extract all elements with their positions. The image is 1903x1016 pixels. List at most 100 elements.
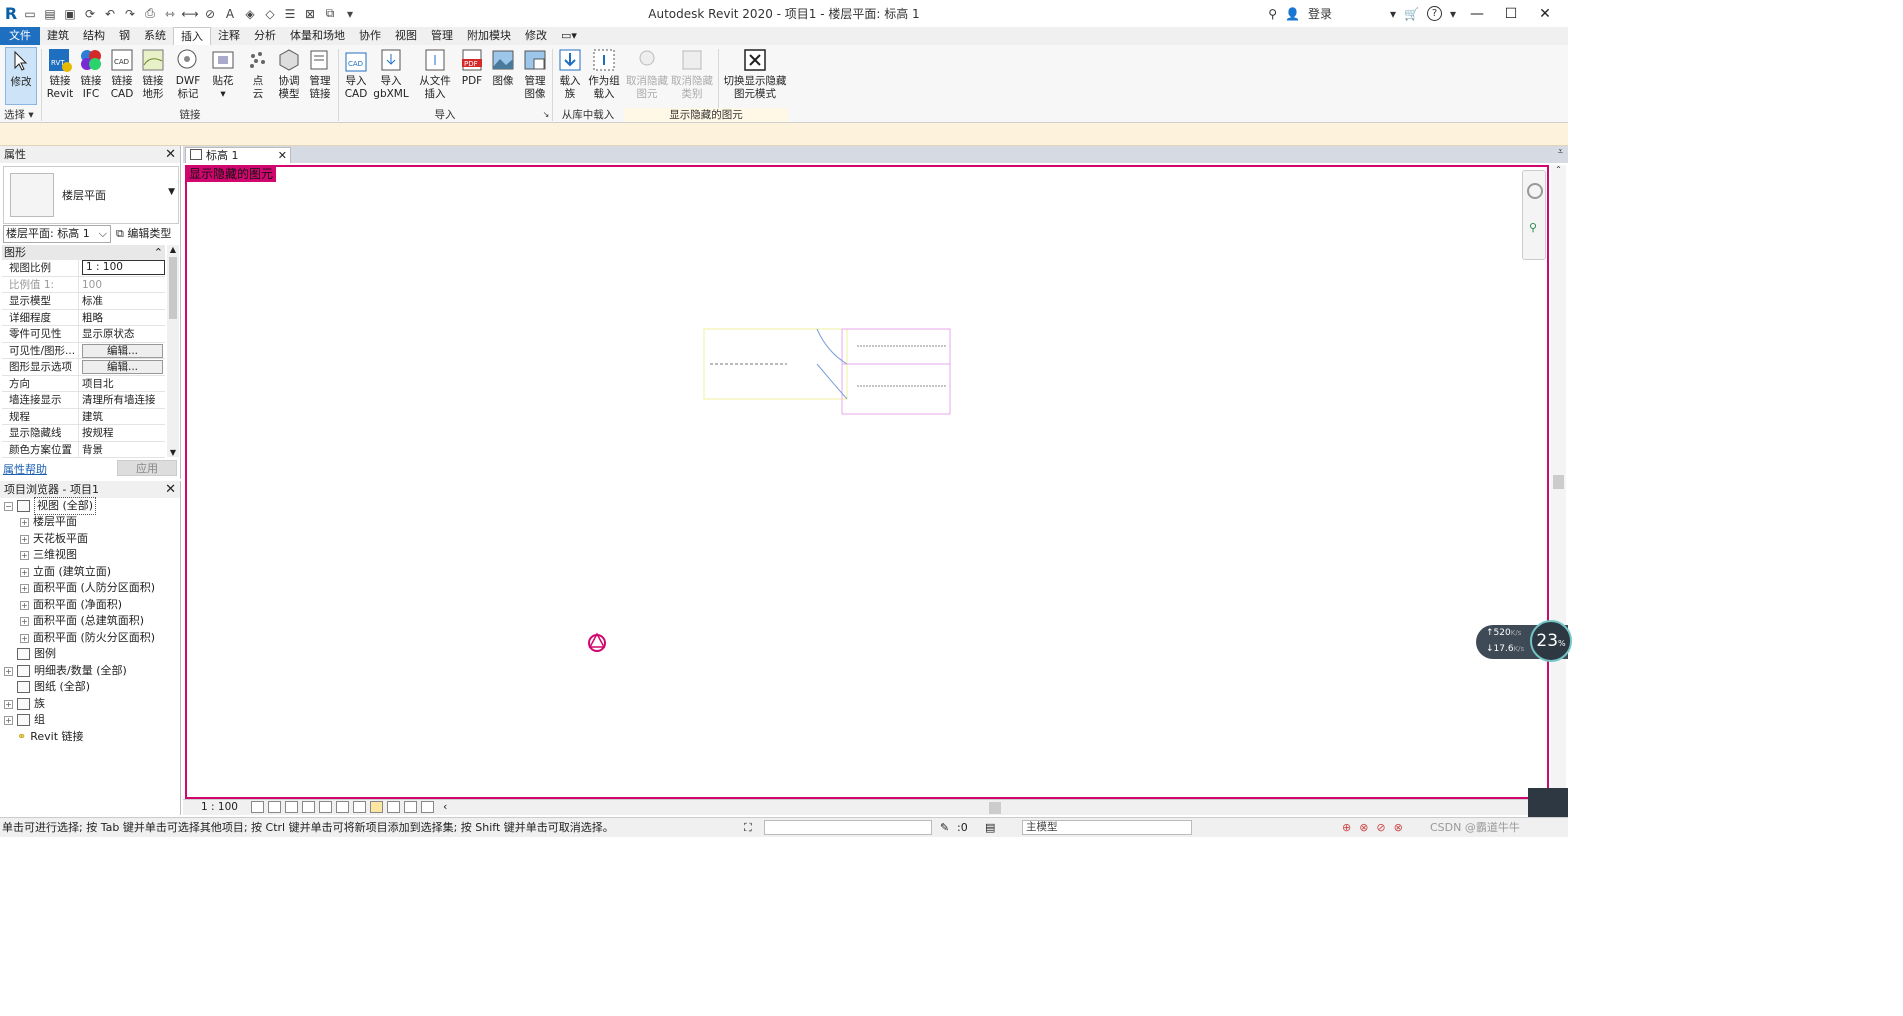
tree-item-schedules[interactable]: + 明细表/数量 (全部) [4,663,127,679]
sync-icon[interactable]: ⟳ [81,5,99,23]
prop-row[interactable]: 显示模型 标准 [2,293,165,310]
switch-windows-icon[interactable]: ⧉ [321,5,339,23]
load-family-button[interactable]: 载入族 [555,47,585,101]
view-scale-input[interactable]: 1 : 100 [82,260,165,275]
tab-view[interactable]: 视图 [388,27,424,45]
editable-only-icon[interactable]: ✎ [940,818,949,837]
chevron-down-icon[interactable]: ▾ [1390,7,1396,21]
expand-icon[interactable]: + [20,534,29,544]
tag-icon[interactable]: ⊘ [201,5,219,23]
tree-item-ceiling-plans[interactable]: + 天花板平面 [20,531,88,547]
tree-item-revit-links[interactable]: ⚭ Revit 链接 [17,729,84,745]
unhide-category-button[interactable]: 取消隐藏 类别 [670,47,714,101]
text-icon[interactable]: A [221,5,239,23]
tab-collaborate[interactable]: 协作 [352,27,388,45]
close-icon[interactable]: ✕ [165,481,176,498]
tab-manage[interactable]: 管理 [424,27,460,45]
tab-structure[interactable]: 结构 [76,27,112,45]
worksets-icon[interactable]: ⛶ [744,818,752,837]
tab-modify[interactable]: 修改 [518,27,554,45]
analytical-icon[interactable] [404,801,417,813]
close-icon[interactable]: ✕ [165,146,176,163]
dimension-icon[interactable]: ⟷ [181,5,199,23]
customize-qat-icon[interactable]: ▾ [341,5,359,23]
expand-icon[interactable]: + [20,583,29,593]
ribbon-minimize-icon[interactable]: ▭▾ [554,27,584,45]
print-icon[interactable]: ⎙ [141,5,159,23]
tree-item-groups[interactable]: + 组 [4,712,45,728]
prop-row[interactable]: 颜色方案位置 背景 [2,441,165,458]
expand-icon[interactable]: + [20,567,29,577]
section-icon[interactable]: ◇ [261,5,279,23]
shadows-icon[interactable] [302,801,315,813]
thin-lines-icon[interactable]: ☰ [281,5,299,23]
revit-logo-icon[interactable]: R [3,4,19,23]
tree-item-families[interactable]: + 族 [4,696,45,712]
collapse-icon[interactable]: − [4,501,13,511]
tab-steel[interactable]: 钢 [112,27,137,45]
decal-button[interactable]: 贴花 ▾ [208,47,238,101]
reveal-hidden-icon[interactable] [370,801,383,813]
collapse-icon[interactable]: ⌃ [154,245,163,260]
import-panel-launcher-icon[interactable]: ↘ [541,108,551,122]
tree-item-area-civil[interactable]: + 面积平面 (人防分区面积) [20,580,155,596]
expand-icon[interactable]: + [20,550,29,560]
expand-icon[interactable]: + [20,600,29,610]
view-scale[interactable]: 1 : 100 [201,801,238,813]
tab-insert[interactable]: 插入 [173,27,211,45]
prop-row[interactable]: 规程 建筑 [2,408,165,425]
steering-wheel-icon[interactable] [1527,183,1543,199]
tree-item-elevations[interactable]: + 立面 (建筑立面) [20,564,111,580]
login-button[interactable]: 登录 [1308,5,1332,22]
tab-file[interactable]: 文件 [0,27,40,45]
maximize-icon[interactable]: ☐ [1498,6,1524,22]
link-ifc-button[interactable]: 链接 IFC [76,47,106,101]
sun-path-icon[interactable] [285,801,298,813]
prop-row[interactable]: 显示隐藏线 按规程 [2,425,165,442]
toggle-reveal-hidden-button[interactable]: 切换显示隐藏 图元模式 [722,47,788,101]
tree-item-3d-views[interactable]: + 三维视图 [20,547,77,563]
modify-button[interactable]: 修改 [5,47,37,105]
close-icon[interactable]: ✕ [1532,6,1558,22]
tab-analyze[interactable]: 分析 [247,27,283,45]
unhide-element-button[interactable]: 取消隐藏 图元 [626,47,668,101]
open-icon[interactable]: ▭ [21,5,39,23]
scroll-up-icon[interactable]: ⌃ [1551,165,1566,174]
expand-icon[interactable]: + [20,633,29,643]
help-button[interactable]: ? [1426,6,1442,21]
import-cad-button[interactable]: CAD 导入 CAD [341,47,371,101]
tree-item-sheets[interactable]: 图纸 (全部) [17,679,90,695]
search-icon[interactable]: ⚲ [1268,7,1277,21]
horizontal-scroll-thumb[interactable] [989,802,1001,814]
save-icon[interactable]: ▣ [61,5,79,23]
design-option-select[interactable]: 主模型 [1022,820,1192,835]
import-gbxml-button[interactable]: 导入 gbXML [373,47,409,101]
design-options-icon[interactable]: ▤ [985,818,995,837]
dwf-markup-button[interactable]: DWF 标记 [173,47,203,101]
load-as-group-button[interactable]: 作为组 载入 [587,47,621,101]
manage-images-button[interactable]: 管理 图像 [520,47,550,101]
expand-icon[interactable]: + [4,699,13,709]
measure-icon[interactable]: ⇿ [161,5,179,23]
type-selector[interactable]: 楼层平面 ▼ [3,166,179,224]
scroll-down-icon[interactable]: ▼ [167,448,179,457]
media-widget-icon[interactable] [1528,788,1568,817]
edit-graphic-display-button[interactable]: 编辑... [82,360,163,374]
tab-massing-site[interactable]: 体量和场地 [283,27,352,45]
chevron-down-icon[interactable]: ▾ [1450,7,1456,21]
redo-icon[interactable]: ↷ [121,5,139,23]
image-button[interactable]: 图像 [489,47,517,88]
manage-links-button[interactable]: 管理 链接 [305,47,335,101]
scroll-up-icon[interactable]: ▲ [167,245,179,254]
expand-icon[interactable]: + [4,666,13,676]
tree-item-views[interactable]: − 视图 (全部) [4,497,97,515]
tab-addins[interactable]: 附加模块 [460,27,518,45]
coordination-model-button[interactable]: 协调 模型 [274,47,304,101]
link-cad-button[interactable]: CAD 链接 CAD [107,47,137,101]
collapse-controls-icon[interactable]: ‹ [443,800,447,813]
crop-view-icon[interactable] [319,801,332,813]
view-instance-select[interactable]: 楼层平面: 标高 1 ⌵ [3,225,111,243]
close-hidden-icon[interactable]: ⊠ [301,5,319,23]
cart-icon[interactable]: 🛒 [1404,7,1419,21]
point-cloud-button[interactable]: 点云 [243,47,273,101]
